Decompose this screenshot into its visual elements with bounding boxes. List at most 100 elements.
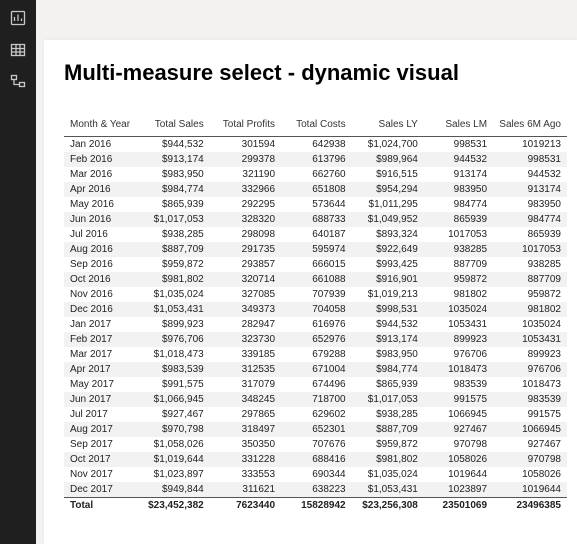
measures-table[interactable]: Month & Year Total Sales Total Profits T… — [64, 116, 567, 513]
table-row[interactable]: Dec 2017$949,844311621638223$1,053,43110… — [64, 482, 567, 498]
cell-value: 991575 — [424, 392, 493, 407]
table-row[interactable]: Mar 2016$983,950321190662760$916,5159131… — [64, 167, 567, 182]
cell-value: $970,798 — [137, 422, 209, 437]
cell-value: 7623440 — [210, 498, 281, 514]
cell-value: $899,923 — [137, 317, 209, 332]
cell-value: 970798 — [424, 437, 493, 452]
cell-value: 1058026 — [493, 467, 567, 482]
cell-value: 1018473 — [424, 362, 493, 377]
cell-month: Sep 2017 — [64, 437, 137, 452]
cell-value: $1,019,644 — [137, 452, 209, 467]
cell-value: 651808 — [281, 182, 352, 197]
cell-value: $959,872 — [137, 257, 209, 272]
cell-value: 983539 — [424, 377, 493, 392]
table-row[interactable]: Jan 2017$899,923282947616976$944,5321053… — [64, 317, 567, 332]
table-row[interactable]: Oct 2016$981,802320714661088$916,9019598… — [64, 272, 567, 287]
cell-value: 1019644 — [493, 482, 567, 498]
cell-month: Jan 2016 — [64, 137, 137, 153]
cell-value: $1,049,952 — [352, 212, 424, 227]
cell-value: $981,802 — [137, 272, 209, 287]
table-row[interactable]: Jul 2017$927,467297865629602$938,2851066… — [64, 407, 567, 422]
cell-value: 320714 — [210, 272, 281, 287]
cell-month: Apr 2017 — [64, 362, 137, 377]
cell-value: 1066945 — [424, 407, 493, 422]
cell-value: $913,174 — [137, 152, 209, 167]
cell-value: 640187 — [281, 227, 352, 242]
cell-month: Dec 2017 — [64, 482, 137, 498]
table-row[interactable]: May 2016$865,939292295573644$1,011,29598… — [64, 197, 567, 212]
cell-value: 981802 — [424, 287, 493, 302]
cell-value: 1019644 — [424, 467, 493, 482]
cell-value: 976706 — [493, 362, 567, 377]
cell-value: 613796 — [281, 152, 352, 167]
table-row[interactable]: Jun 2017$1,066,945348245718700$1,017,053… — [64, 392, 567, 407]
cell-value: $1,035,024 — [352, 467, 424, 482]
cell-value: 704058 — [281, 302, 352, 317]
cell-value: $23,256,308 — [352, 498, 424, 514]
report-view-button[interactable] — [0, 4, 36, 36]
table-row[interactable]: Feb 2016$913,174299378613796$989,9649445… — [64, 152, 567, 167]
cell-value: $1,053,431 — [137, 302, 209, 317]
cell-value: $1,019,213 — [352, 287, 424, 302]
cell-value: 938285 — [424, 242, 493, 257]
cell-value: 23496385 — [493, 498, 567, 514]
cell-value: $993,425 — [352, 257, 424, 272]
cell-value: $893,324 — [352, 227, 424, 242]
cell-value: 690344 — [281, 467, 352, 482]
table-row[interactable]: Total$23,452,382762344015828942$23,256,3… — [64, 498, 567, 514]
cell-value: 652976 — [281, 332, 352, 347]
table-row[interactable]: Apr 2017$983,539312535671004$984,7741018… — [64, 362, 567, 377]
table-row[interactable]: Apr 2016$984,774332966651808$954,2949839… — [64, 182, 567, 197]
cell-value: $983,950 — [137, 167, 209, 182]
col-total-profits: Total Profits — [210, 116, 281, 137]
cell-month: Oct 2017 — [64, 452, 137, 467]
cell-value: $1,011,295 — [352, 197, 424, 212]
cell-value: 970798 — [493, 452, 567, 467]
cell-month: Sep 2016 — [64, 257, 137, 272]
cell-value: 293857 — [210, 257, 281, 272]
cell-value: 938285 — [493, 257, 567, 272]
table-row[interactable]: Sep 2016$959,872293857666015$993,4258877… — [64, 257, 567, 272]
col-sales-ly: Sales LY — [352, 116, 424, 137]
cell-value: $1,017,053 — [137, 212, 209, 227]
cell-month: May 2016 — [64, 197, 137, 212]
cell-value: 339185 — [210, 347, 281, 362]
cell-month: Mar 2016 — [64, 167, 137, 182]
cell-value: $983,950 — [352, 347, 424, 362]
cell-value: 299378 — [210, 152, 281, 167]
table-row[interactable]: Jun 2016$1,017,053328320688733$1,049,952… — [64, 212, 567, 227]
cell-value: 292295 — [210, 197, 281, 212]
cell-value: $1,053,431 — [352, 482, 424, 498]
cell-value: 652301 — [281, 422, 352, 437]
table-row[interactable]: Jan 2016$944,532301594642938$1,024,70099… — [64, 137, 567, 153]
cell-value: $23,452,382 — [137, 498, 209, 514]
col-total-sales: Total Sales — [137, 116, 209, 137]
table-row[interactable]: Aug 2016$887,709291735595974$922,6499382… — [64, 242, 567, 257]
cell-value: 317079 — [210, 377, 281, 392]
cell-value: $991,575 — [137, 377, 209, 392]
model-view-button[interactable] — [0, 68, 36, 100]
cell-month: Oct 2016 — [64, 272, 137, 287]
cell-value: 1035024 — [424, 302, 493, 317]
cell-value: 1017053 — [493, 242, 567, 257]
table-row[interactable]: Feb 2017$976,706323730652976$913,1748999… — [64, 332, 567, 347]
col-month: Month & Year — [64, 116, 137, 137]
cell-value: 312535 — [210, 362, 281, 377]
data-view-button[interactable] — [0, 36, 36, 68]
table-row[interactable]: Nov 2016$1,035,024327085707939$1,019,213… — [64, 287, 567, 302]
cell-value: 629602 — [281, 407, 352, 422]
table-row[interactable]: Aug 2017$970,798318497652301$887,7099274… — [64, 422, 567, 437]
cell-value: 350350 — [210, 437, 281, 452]
cell-value: 944532 — [424, 152, 493, 167]
table-row[interactable]: Dec 2016$1,053,431349373704058$998,53110… — [64, 302, 567, 317]
table-row[interactable]: Sep 2017$1,058,026350350707676$959,87297… — [64, 437, 567, 452]
table-row[interactable]: Oct 2017$1,019,644331228688416$981,80210… — [64, 452, 567, 467]
table-row[interactable]: May 2017$991,575317079674496$865,9399835… — [64, 377, 567, 392]
table-row[interactable]: Mar 2017$1,018,473339185679288$983,95097… — [64, 347, 567, 362]
table-row[interactable]: Jul 2016$938,285298098640187$893,3241017… — [64, 227, 567, 242]
table-row[interactable]: Nov 2017$1,023,897333553690344$1,035,024… — [64, 467, 567, 482]
cell-value: 301594 — [210, 137, 281, 153]
cell-month: Aug 2017 — [64, 422, 137, 437]
cell-value: $865,939 — [352, 377, 424, 392]
cell-value: 707676 — [281, 437, 352, 452]
